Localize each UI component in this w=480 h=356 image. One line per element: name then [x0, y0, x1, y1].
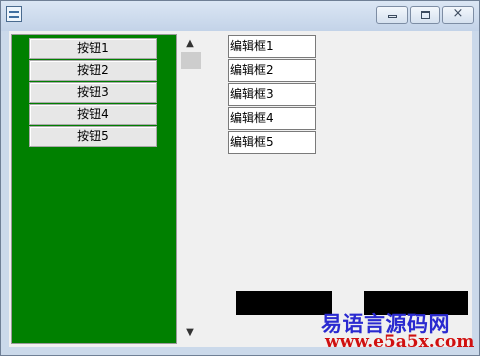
button-1[interactable]: 按钮1 — [29, 38, 157, 59]
app-window-icon[interactable] — [6, 6, 22, 22]
button-2[interactable]: 按钮2 — [29, 60, 157, 81]
app-window: × 按钮1 按钮2 按钮3 按钮4 按钮5 ▲ ▼ 编辑框1 编辑框2 编辑框3… — [0, 0, 480, 356]
watermark-url: www.e5a5x.com — [325, 332, 475, 352]
maximize-button[interactable] — [410, 6, 440, 24]
black-label-left — [236, 291, 332, 315]
close-button[interactable]: × — [442, 6, 474, 24]
edit-box-3[interactable]: 编辑框3 — [228, 83, 316, 106]
scroll-up-icon[interactable]: ▲ — [181, 37, 199, 51]
scrollbar-thumb[interactable] — [181, 52, 201, 69]
edit-box-4[interactable]: 编辑框4 — [228, 107, 316, 130]
edit-box-2[interactable]: 编辑框2 — [228, 59, 316, 82]
green-panel: 按钮1 按钮2 按钮3 按钮4 按钮5 — [11, 34, 177, 344]
button-4[interactable]: 按钮4 — [29, 104, 157, 125]
client-area: 按钮1 按钮2 按钮3 按钮4 按钮5 ▲ ▼ 编辑框1 编辑框2 编辑框3 编… — [9, 31, 474, 352]
minimize-button[interactable] — [376, 6, 408, 24]
button-5[interactable]: 按钮5 — [29, 126, 157, 147]
button-3[interactable]: 按钮3 — [29, 82, 157, 103]
close-icon: × — [452, 6, 464, 21]
edit-box-1[interactable]: 编辑框1 — [228, 35, 316, 58]
title-bar[interactable]: × — [1, 1, 479, 29]
scroll-down-icon[interactable]: ▼ — [181, 326, 199, 340]
edit-box-5[interactable]: 编辑框5 — [228, 131, 316, 154]
